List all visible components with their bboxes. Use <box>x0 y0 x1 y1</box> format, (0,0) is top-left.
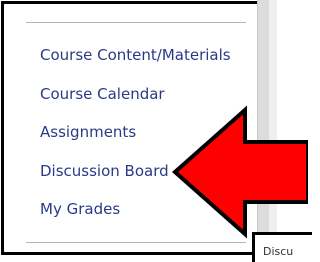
tooltip-popup: Discu <box>252 232 312 262</box>
tooltip-text: Discu <box>263 245 294 258</box>
left-arrow-icon <box>171 105 308 239</box>
